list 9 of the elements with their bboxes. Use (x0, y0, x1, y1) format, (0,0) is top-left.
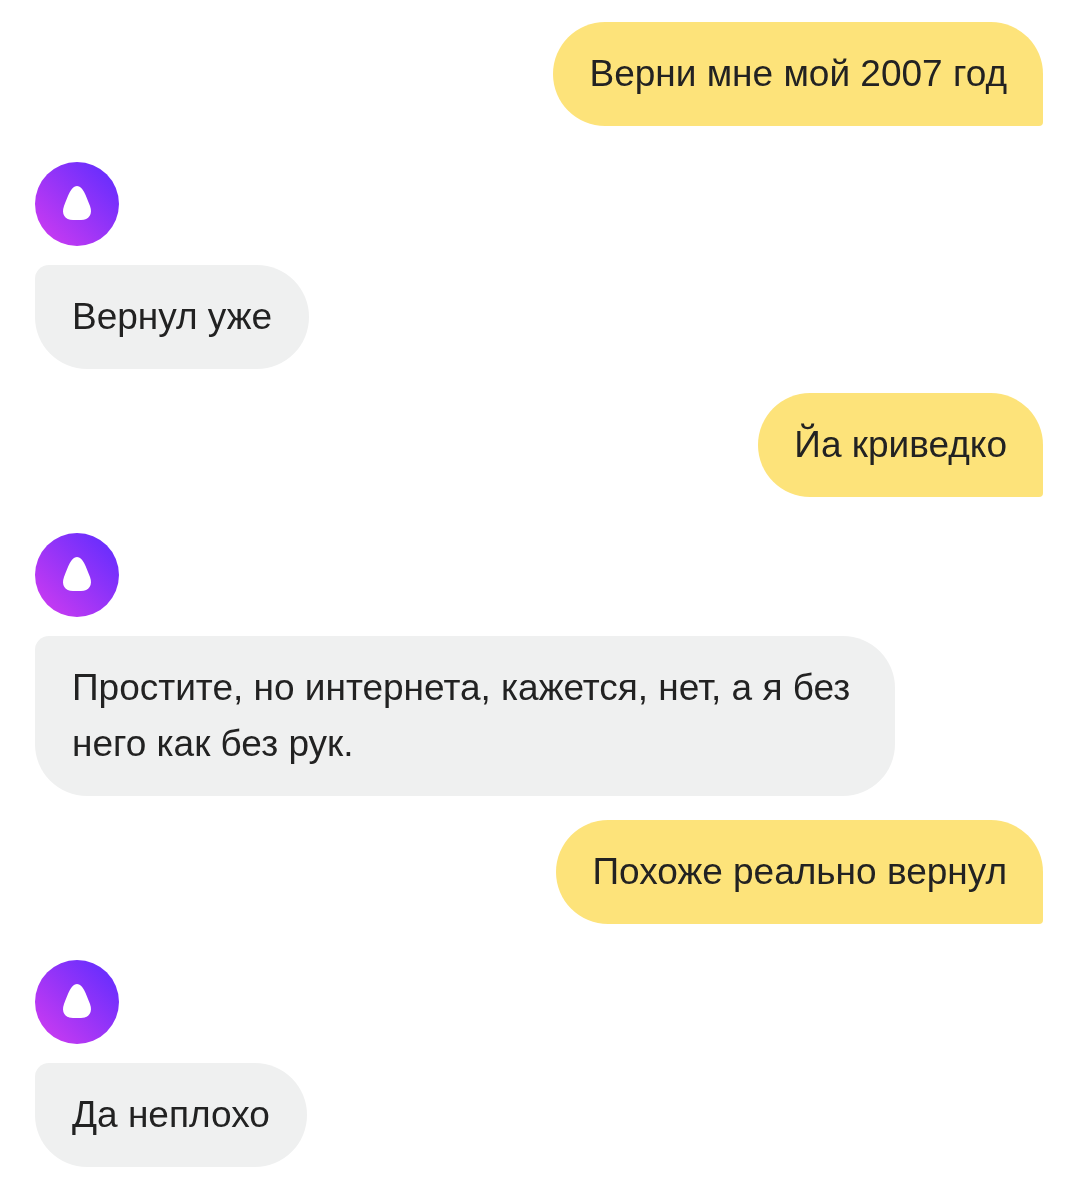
assistant-avatar-icon (35, 960, 119, 1044)
user-message: Йа криведко (758, 393, 1043, 497)
assistant-message: Простите, но интернета, кажется, нет, а я без него как без рук. (35, 636, 895, 796)
user-message: Верни мне мой 2007 год (553, 22, 1043, 126)
assistant-message: Вернул уже (35, 265, 310, 369)
assistant-avatar-icon (35, 162, 119, 246)
user-message: Похоже реально вернул (556, 820, 1043, 924)
assistant-avatar-icon (35, 533, 119, 617)
assistant-message: Да неплохо (35, 1063, 307, 1167)
